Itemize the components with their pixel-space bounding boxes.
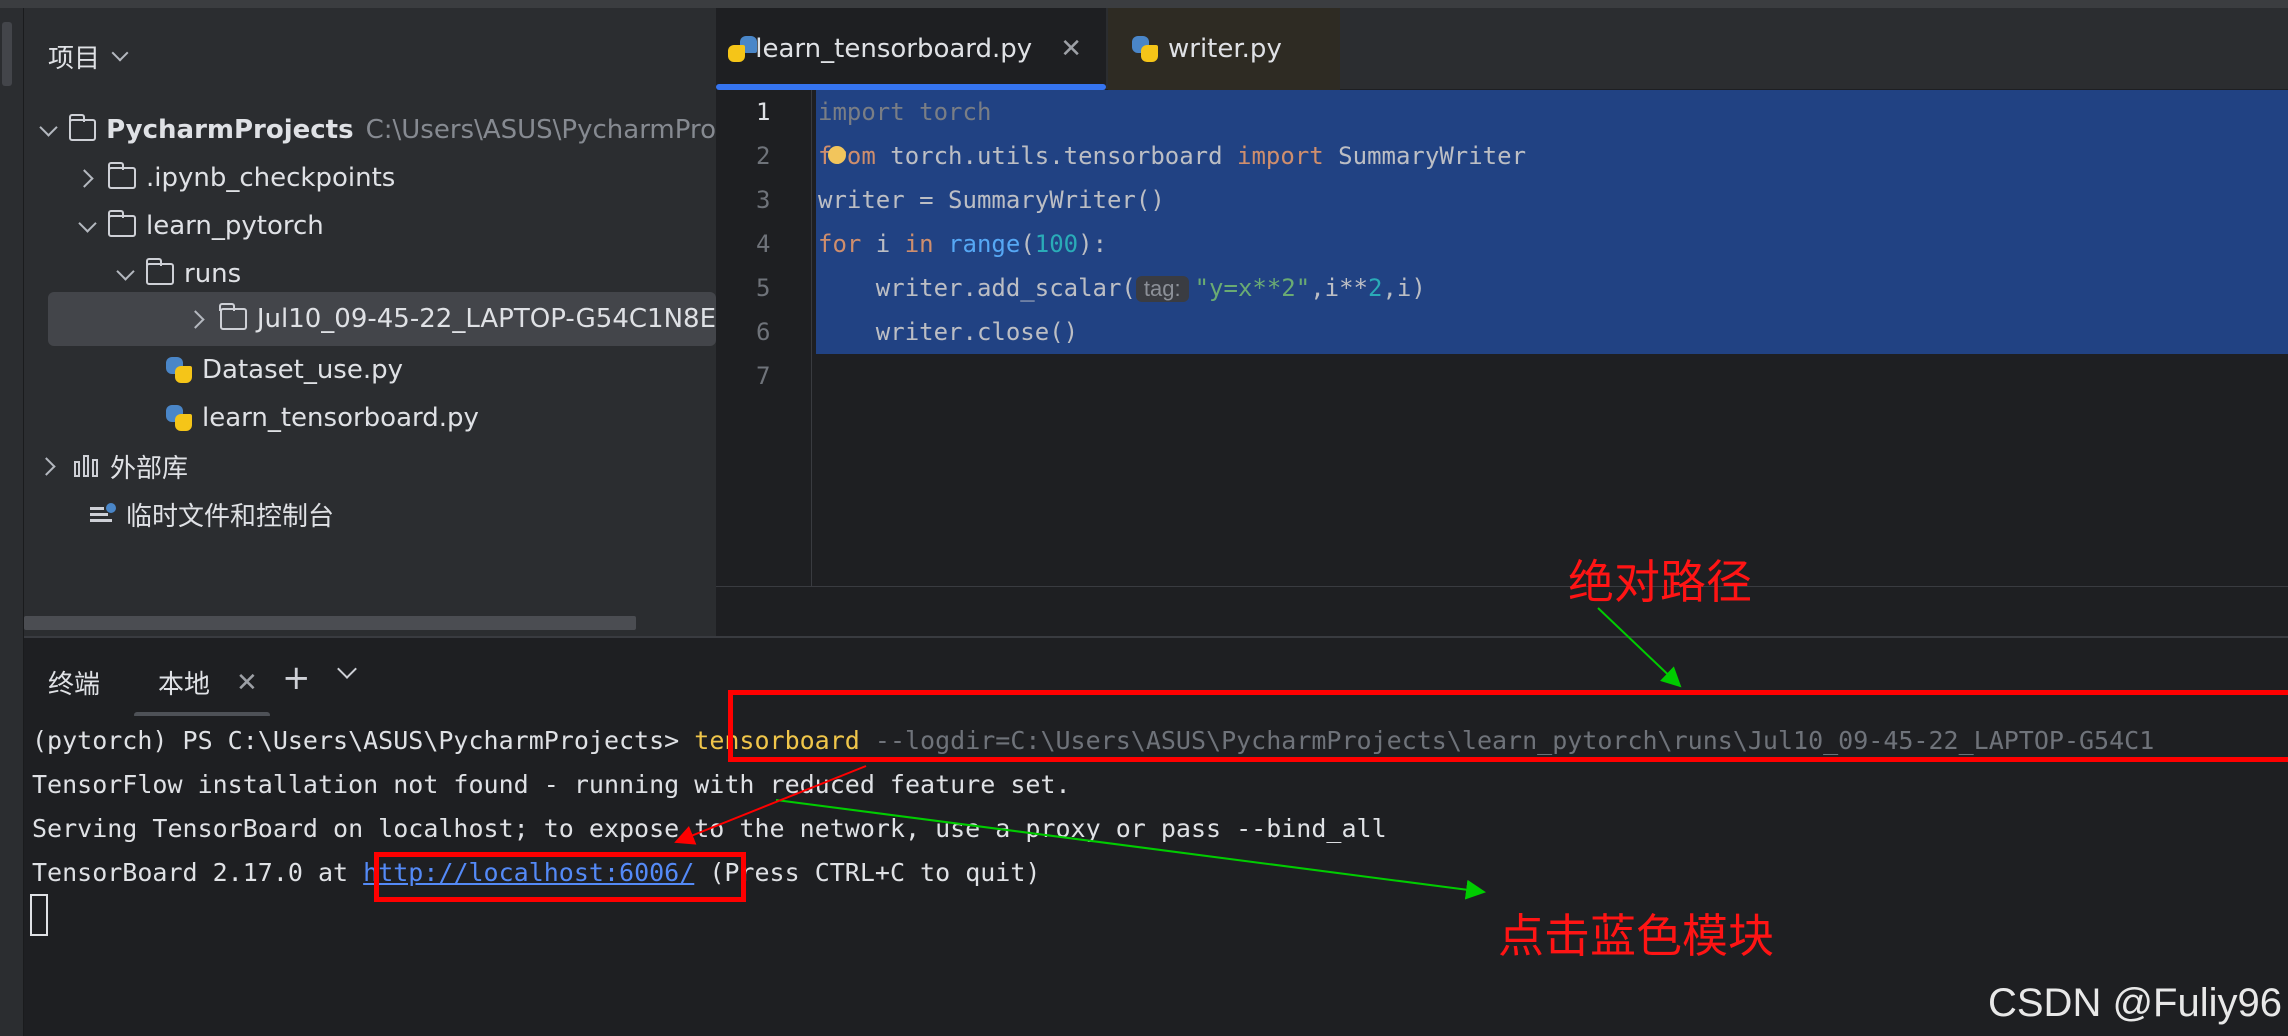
annotation-absolute-path: 绝对路径 — [1568, 555, 1752, 609]
annotation-arrows — [674, 607, 1682, 900]
watermark: CSDN @Fuliy96 — [1987, 981, 2282, 1025]
annotation-click-blue: 点击蓝色模块 — [1498, 909, 1774, 963]
arrow-to-command — [1597, 607, 1682, 688]
arrow-to-link — [674, 765, 867, 845]
arrow-to-click-note — [775, 799, 1486, 900]
